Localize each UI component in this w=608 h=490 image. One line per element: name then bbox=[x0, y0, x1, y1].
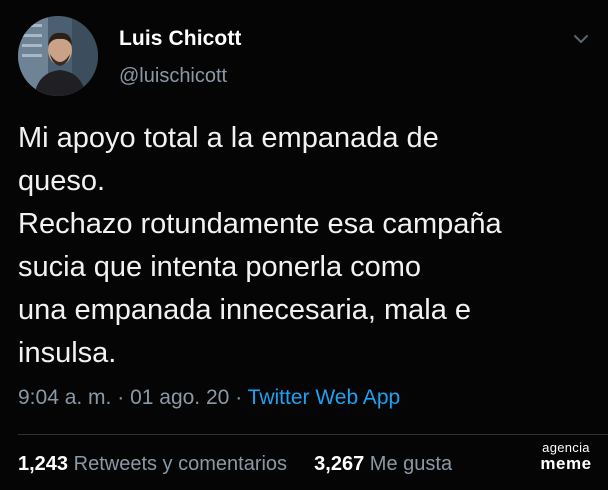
watermark-line2: meme bbox=[540, 454, 592, 473]
divider bbox=[18, 434, 608, 435]
tweet-text: Mi apoyo total a la empanada de queso. R… bbox=[18, 117, 593, 375]
tweet-card: Luis Chicott @luischicott Mi apoyo total… bbox=[0, 0, 608, 490]
avatar[interactable] bbox=[18, 16, 98, 96]
source-app-link[interactable]: Twitter Web App bbox=[248, 386, 401, 409]
tweet-metadata: 9:04 a. m. · 01 ago. 20 · Twitter Web Ap… bbox=[18, 386, 400, 410]
user-handle[interactable]: @luischicott bbox=[119, 65, 227, 88]
likes-stat[interactable]: 3,267 Me gusta bbox=[314, 453, 452, 475]
watermark-logo: agencia meme bbox=[533, 440, 599, 473]
meta-separator: · bbox=[117, 386, 125, 409]
meta-separator: · bbox=[235, 386, 243, 409]
tweet-date[interactable]: 01 ago. 20 bbox=[130, 386, 229, 409]
tweet-text-line: Mi apoyo total a la empanada de bbox=[18, 122, 439, 154]
watermark-line1: agencia bbox=[542, 440, 590, 455]
retweets-count: 1,243 bbox=[18, 453, 69, 475]
engagement-stats: 1,243 Retweets y comentarios 3,267 Me gu… bbox=[18, 453, 452, 476]
tweet-text-line: una empanada innecesaria, mala e bbox=[18, 294, 472, 326]
tweet-text-line: queso. bbox=[18, 165, 106, 197]
tweet-text-line: Rechazo rotundamente esa campaña bbox=[18, 208, 502, 240]
avatar-image bbox=[18, 16, 98, 96]
likes-label: Me gusta bbox=[369, 453, 453, 475]
tweet-text-line: sucia que intenta ponerla como bbox=[18, 251, 422, 283]
tweet-text-line: insulsa. bbox=[18, 337, 117, 369]
likes-count: 3,267 bbox=[314, 453, 365, 475]
chevron-down-icon[interactable] bbox=[572, 30, 590, 48]
retweets-label: Retweets y comentarios bbox=[73, 453, 288, 475]
display-name[interactable]: Luis Chicott bbox=[119, 27, 242, 51]
retweets-stat[interactable]: 1,243 Retweets y comentarios bbox=[18, 453, 293, 475]
tweet-time[interactable]: 9:04 a. m. bbox=[18, 386, 111, 409]
